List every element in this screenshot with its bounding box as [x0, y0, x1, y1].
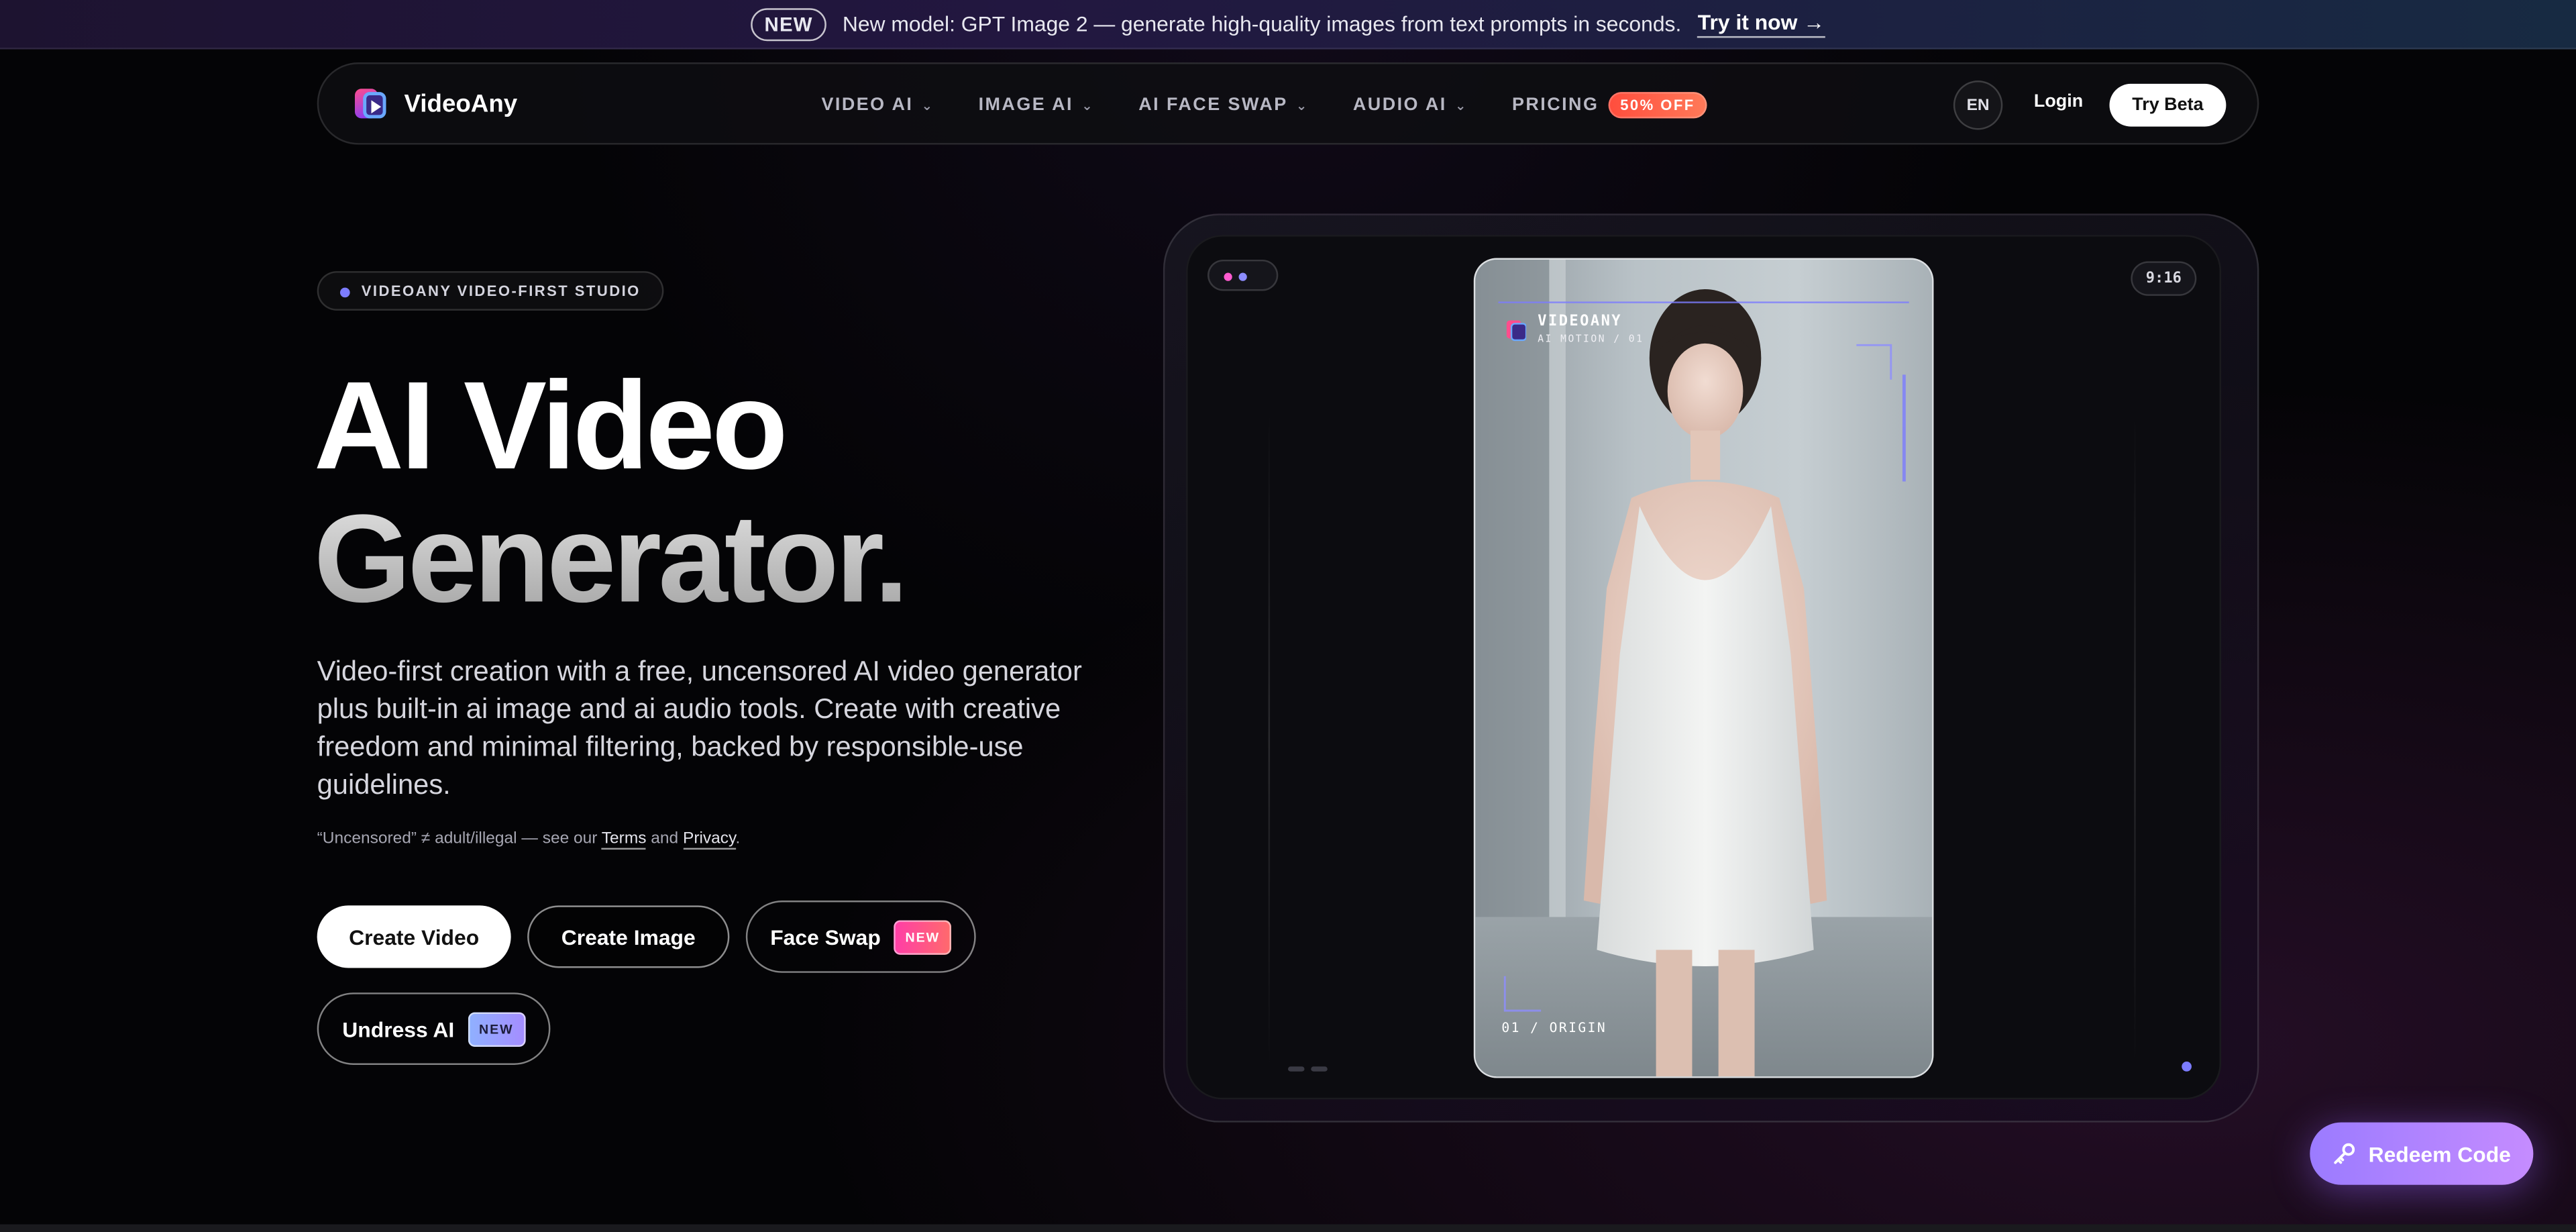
nav-menu: VIDEO AI ⌄ IMAGE AI ⌄ AI FACE SWAP ⌄ AUD…	[822, 64, 1751, 146]
create-video-button[interactable]: Create Video	[317, 905, 511, 968]
overlay-caption: 01 / ORIGIN	[1501, 1020, 1607, 1035]
videoany-logo-icon	[354, 85, 388, 121]
nav-item-label: AUDIO AI	[1352, 95, 1447, 115]
terms-link[interactable]: Terms	[601, 829, 647, 850]
window-dots	[1208, 259, 1279, 291]
privacy-link[interactable]: Privacy	[683, 829, 736, 850]
disclaimer-text: “Uncensored” ≠ adult/illegal — see our	[317, 829, 598, 848]
hero-title-line1: AI Video	[313, 356, 788, 497]
eyebrow-pill: VIDEOANY VIDEO-FIRST STUDIO	[317, 271, 664, 311]
undress-ai-button[interactable]: Undress AI NEW	[317, 992, 551, 1065]
announcement-new-badge: NEW	[751, 7, 826, 41]
dot-violet-icon	[1238, 272, 1247, 281]
main-nav: VideoAny VIDEO AI ⌄ IMAGE AI ⌄ AI FACE S…	[317, 62, 2259, 146]
eyebrow-text: VIDEOANY VIDEO-FIRST STUDIO	[361, 283, 641, 299]
hero-description: Video-first creation with a free, uncens…	[317, 656, 1082, 801]
page-root: NEW New model: GPT Image 2 — generate hi…	[0, 0, 2576, 1232]
chevron-down-icon: ⌄	[1081, 97, 1095, 113]
key-icon	[2333, 1143, 2355, 1164]
disclaimer-note: “Uncensored” ≠ adult/illegal — see our T…	[317, 829, 741, 850]
decor-line	[2134, 411, 2136, 1068]
carousel-dash	[1288, 1066, 1305, 1072]
redeem-code-button[interactable]: Redeem Code	[2310, 1122, 2534, 1185]
nav-item-label: IMAGE AI	[978, 95, 1073, 115]
disclaimer-period: .	[735, 829, 741, 848]
chevron-down-icon: ⌄	[1454, 97, 1468, 113]
disclaimer-and: and	[651, 829, 679, 848]
redeem-code-label: Redeem Code	[2368, 1141, 2511, 1166]
brand-name: VideoAny	[404, 89, 518, 118]
decor-line	[1268, 411, 1271, 1068]
corner-dot-icon	[2182, 1062, 2192, 1072]
new-badge: NEW	[894, 919, 952, 954]
chevron-down-icon: ⌄	[1295, 97, 1309, 113]
video-preview-frame	[1473, 258, 1934, 1078]
overlay-logo-icon	[1506, 320, 1527, 342]
try-beta-button[interactable]: Try Beta	[2109, 83, 2226, 127]
face-swap-button[interactable]: Face Swap NEW	[745, 901, 976, 973]
face-swap-label: Face Swap	[770, 924, 881, 949]
overlay-brand: VIDEOANY	[1538, 313, 1623, 331]
hero-title-line2: Generator.	[314, 486, 909, 634]
nav-item-label: PRICING	[1511, 95, 1599, 115]
nav-item-ai-face-swap[interactable]: AI FACE SWAP ⌄	[1138, 95, 1309, 115]
nav-item-label: VIDEO AI	[821, 95, 914, 115]
dot-pink-icon	[1224, 272, 1232, 281]
discount-badge: 50% OFF	[1609, 92, 1707, 119]
brand-link[interactable]: VideoAny	[354, 85, 518, 121]
language-switcher[interactable]: EN	[1953, 81, 2003, 130]
overlay-subtitle: AI MOTION / 01	[1538, 333, 1644, 346]
carousel-indicator	[1288, 1066, 1328, 1072]
login-link[interactable]: Login	[2034, 92, 2083, 111]
status-dot-icon	[339, 287, 350, 298]
announcement-text: New model: GPT Image 2 — generate high-q…	[842, 11, 1682, 36]
nav-item-audio-ai[interactable]: AUDIO AI ⌄	[1353, 95, 1468, 115]
chevron-down-icon: ⌄	[921, 97, 934, 113]
carousel-dash	[1311, 1066, 1328, 1072]
announcement-bar: NEW New model: GPT Image 2 — generate hi…	[0, 0, 2576, 50]
undress-ai-label: Undress AI	[342, 1016, 455, 1041]
announcement-try-link[interactable]: Try it now →	[1697, 10, 1825, 38]
create-image-button[interactable]: Create Image	[527, 905, 730, 968]
new-badge: NEW	[467, 1011, 525, 1046]
aspect-ratio-badge: 9:16	[2131, 261, 2197, 296]
bottom-divider	[0, 1224, 2576, 1232]
nav-item-label: AI FACE SWAP	[1138, 95, 1288, 115]
nav-item-video-ai[interactable]: VIDEO AI ⌄	[822, 95, 934, 115]
nav-item-image-ai[interactable]: IMAGE AI ⌄	[979, 95, 1094, 115]
nav-item-pricing[interactable]: PRICING 50% OFF	[1511, 92, 1707, 119]
preview-photo	[1475, 259, 1933, 1077]
